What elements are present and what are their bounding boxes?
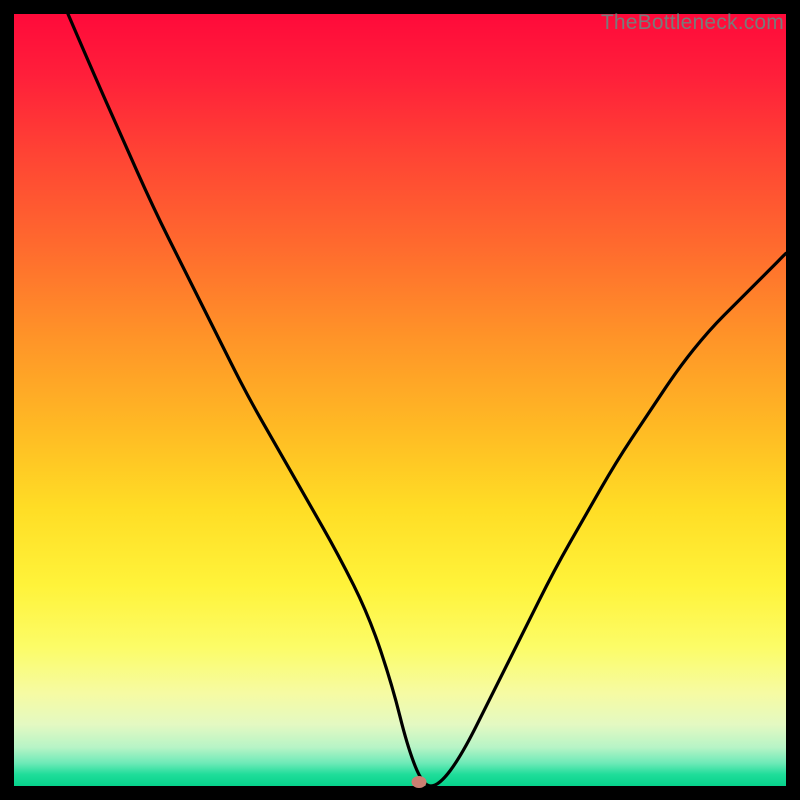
chart-frame: TheBottleneck.com (14, 14, 786, 786)
curve-path (68, 14, 786, 786)
bottleneck-curve (14, 14, 786, 786)
optimal-point-marker (412, 776, 427, 788)
attribution-text: TheBottleneck.com (601, 11, 784, 35)
